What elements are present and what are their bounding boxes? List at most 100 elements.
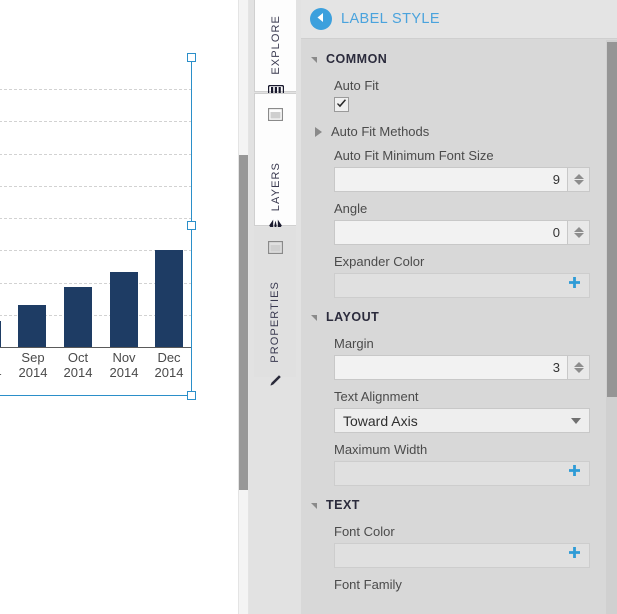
selection-handle-bottom-right[interactable]: [187, 391, 196, 400]
properties-section: LAYOUT Margin 3 Text Alignment Toward Axis Ma…: [301, 307, 606, 486]
chart-bars-group: [0, 57, 192, 347]
sidebar-tab-properties[interactable]: PROPERTIES: [254, 227, 296, 386]
properties-section: COMMON Auto Fit Auto Fit Methods Auto Fit M…: [301, 49, 606, 298]
field-label: Auto Fit Methods: [331, 124, 430, 139]
chevron-right-icon[interactable]: [315, 126, 322, 137]
section-title: COMMON: [326, 52, 388, 66]
selection-handle-middle-right[interactable]: [187, 221, 196, 230]
property-field: Auto Fit Minimum Font Size 9: [301, 148, 606, 192]
chevron-down-icon[interactable]: [571, 417, 581, 424]
chart-tick-month: Aug: [0, 350, 10, 365]
chart-canvas[interactable]: Aug2014Sep2014Oct2014Nov2014Dec2014: [0, 0, 238, 614]
chart-tick-year: 2014: [18, 365, 48, 380]
chart-x-axis-tick-labels: Aug2014Sep2014Oct2014Nov2014Dec2014: [0, 350, 192, 396]
quantity-stepper[interactable]: [568, 167, 590, 192]
field-label: Maximum Width: [334, 442, 428, 457]
property-field: Font Color: [301, 524, 606, 568]
stepper-up-icon[interactable]: [573, 227, 584, 232]
field-label: Auto Fit: [334, 78, 379, 93]
chart-tick-label: Nov 2014: [101, 350, 147, 380]
expandable-row[interactable]: Auto Fit Methods: [301, 124, 606, 139]
field-label: Margin: [334, 336, 374, 351]
spinner-field[interactable]: 9: [334, 167, 590, 192]
stepper-up-icon[interactable]: [573, 174, 584, 179]
chart-tick-month: Oct: [67, 350, 89, 365]
window-icon[interactable]: [267, 107, 284, 126]
chart-selection-bottom-edge: [0, 395, 192, 396]
chart-tick-label: Sep 2014: [10, 350, 56, 380]
chart-bar[interactable]: [110, 272, 138, 347]
chart-tick-year: 2014: [63, 365, 93, 380]
properties-panel-header: LABEL STYLE: [301, 0, 617, 39]
spinner-field[interactable]: 0: [334, 220, 590, 245]
window-icon[interactable]: [267, 240, 283, 259]
check-icon: [336, 96, 347, 114]
selection-handle-top-right[interactable]: [187, 53, 196, 62]
section-title: LAYOUT: [326, 310, 380, 324]
color-picker-field[interactable]: [334, 461, 590, 486]
properties-vertical-scrollbar[interactable]: [606, 40, 617, 614]
chart-tick-month: Nov: [112, 350, 136, 365]
property-field: Font Family: [301, 577, 606, 592]
stepper-down-icon[interactable]: [573, 180, 584, 185]
quantity-stepper[interactable]: [568, 355, 590, 380]
chart-tick-month: Sep: [21, 350, 45, 365]
chart-tick-year: 2014: [109, 365, 139, 380]
properties-scrollbar-thumb[interactable]: [607, 42, 617, 397]
select-value: Toward Axis: [343, 412, 418, 429]
sidebar-tab-explore-label: EXPLORE: [269, 15, 282, 75]
sidebar-tab-properties-label: PROPERTIES: [269, 281, 281, 363]
chart-vertical-scrollbar[interactable]: [238, 0, 249, 614]
chevron-down-icon[interactable]: [311, 57, 317, 63]
section-header[interactable]: LAYOUT: [301, 307, 606, 327]
chart-x-axis-line: [0, 347, 192, 348]
plus-icon[interactable]: [567, 546, 582, 566]
properties-panel-body[interactable]: COMMON Auto Fit Auto Fit Methods Auto Fit M…: [301, 40, 606, 614]
section-header[interactable]: COMMON: [301, 49, 606, 69]
chart-tick-year: 2014: [154, 365, 184, 380]
vertical-tab-strip: EXPLORE LAYERS PROPERTIES: [249, 0, 301, 614]
color-picker-field[interactable]: [334, 543, 590, 568]
properties-section: TEXT Font Color Font Family: [301, 495, 606, 592]
property-field: Maximum Width: [301, 442, 606, 486]
back-arrow-icon: [316, 10, 326, 28]
back-button[interactable]: [310, 8, 332, 30]
numeric-input[interactable]: 3: [334, 355, 568, 380]
chevron-down-icon[interactable]: [311, 503, 317, 509]
field-label: Font Color: [334, 524, 395, 539]
numeric-input[interactable]: 9: [334, 167, 568, 192]
quantity-stepper[interactable]: [568, 220, 590, 245]
page-title: LABEL STYLE: [341, 11, 440, 27]
chart-tick-year: 2014: [0, 365, 10, 380]
application-window: Aug2014Sep2014Oct2014Nov2014Dec2014 EXPL…: [0, 0, 617, 614]
property-field: Margin 3: [301, 336, 606, 380]
chart-scrollbar-thumb[interactable]: [239, 155, 248, 490]
stepper-down-icon[interactable]: [573, 368, 584, 373]
stepper-up-icon[interactable]: [573, 362, 584, 367]
chart-bar[interactable]: [64, 287, 92, 347]
auto-fit-checkbox[interactable]: [334, 97, 349, 112]
property-field: Text Alignment Toward Axis: [301, 389, 606, 433]
chevron-down-icon[interactable]: [311, 315, 317, 321]
color-picker-field[interactable]: [334, 273, 590, 298]
chart-bar[interactable]: [18, 305, 46, 347]
chart-tick-month: Dec: [157, 350, 181, 365]
chart-bar[interactable]: [0, 321, 1, 347]
sidebar-tab-layers-label: LAYERS: [269, 162, 282, 212]
property-field: Angle 0: [301, 201, 606, 245]
plus-icon[interactable]: [567, 276, 582, 296]
text-alignment-select[interactable]: Toward Axis: [334, 408, 590, 433]
field-label: Expander Color: [334, 254, 425, 269]
stepper-down-icon[interactable]: [573, 233, 584, 238]
numeric-input[interactable]: 0: [334, 220, 568, 245]
section-header[interactable]: TEXT: [301, 495, 606, 515]
sidebar-tab-layers[interactable]: LAYERS: [254, 93, 296, 232]
chart-bar[interactable]: [155, 250, 183, 347]
chart-tick-label: Aug2014: [0, 350, 10, 380]
plus-icon[interactable]: [567, 464, 582, 484]
spinner-field[interactable]: 3: [334, 355, 590, 380]
chart-tick-label: Oct 2014: [55, 350, 101, 380]
sidebar-tab-explore[interactable]: EXPLORE: [254, 0, 296, 96]
property-field: Expander Color: [301, 254, 606, 298]
properties-panel: LABEL STYLE COMMON Auto Fit Auto Fit Metho…: [301, 0, 617, 614]
